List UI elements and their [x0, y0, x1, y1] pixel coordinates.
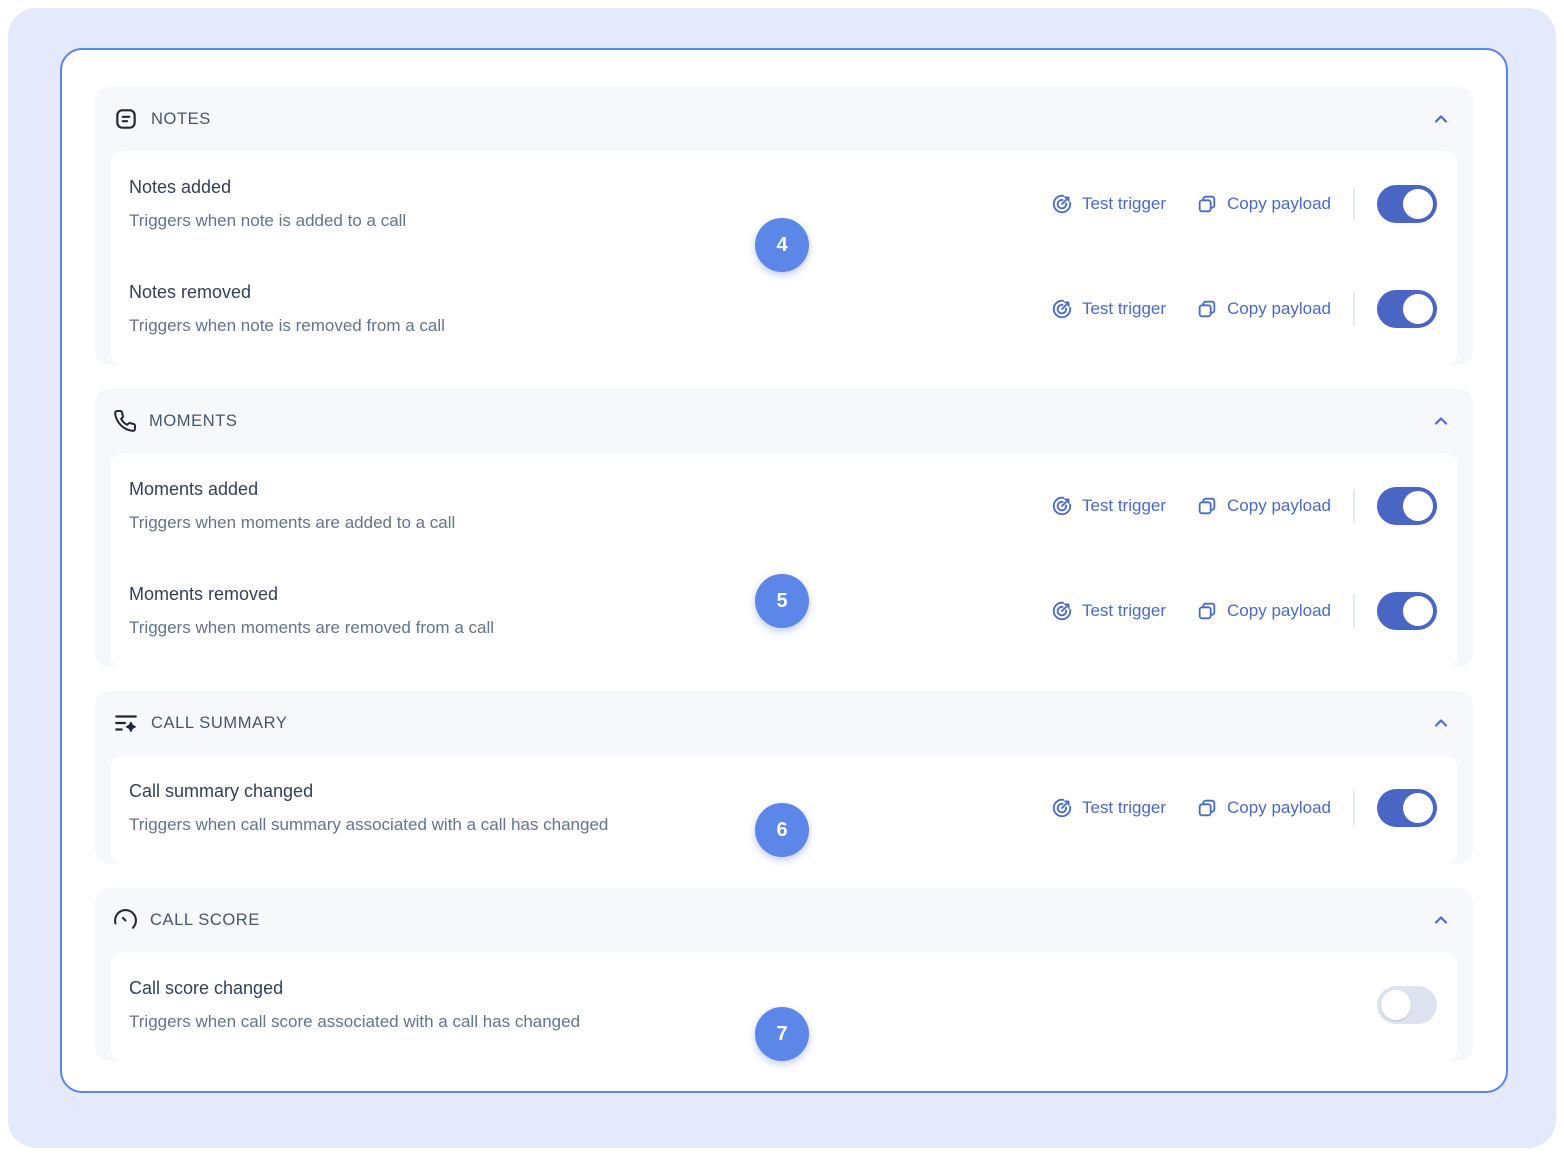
test-trigger-button[interactable]: Test trigger	[1051, 298, 1166, 320]
annotation-badge-7: 7	[755, 1007, 809, 1061]
copy-payload-button[interactable]: Copy payload	[1196, 495, 1331, 517]
toggle-knob	[1403, 189, 1433, 219]
test-trigger-button[interactable]: Test trigger	[1051, 600, 1166, 622]
section-call-score-header: CALL SCORE	[95, 888, 1473, 952]
triggers-settings-card: NOTES Notes added Triggers when note is …	[60, 48, 1508, 1093]
row-controls: Test trigger Copy payload	[1051, 290, 1437, 328]
target-arrow-icon	[1051, 298, 1073, 320]
row-controls: Test trigger Copy payload	[1051, 487, 1437, 525]
section-title: CALL SUMMARY	[151, 714, 288, 733]
row-text: Call score changed Triggers when call sc…	[129, 978, 580, 1032]
section-notes-header: NOTES	[95, 87, 1473, 151]
toggle-moments-added[interactable]	[1377, 487, 1437, 525]
copy-payload-button[interactable]: Copy payload	[1196, 193, 1331, 215]
copy-payload-button[interactable]: Copy payload	[1196, 298, 1331, 320]
annotation-badge-5: 5	[755, 574, 809, 628]
toggle-knob	[1403, 491, 1433, 521]
row-title: Moments removed	[129, 584, 494, 604]
toggle-knob	[1403, 596, 1433, 626]
copy-icon	[1196, 600, 1218, 622]
target-arrow-icon	[1051, 495, 1073, 517]
row-title: Call score changed	[129, 978, 580, 998]
row-description: Triggers when note is removed from a cal…	[129, 315, 445, 336]
section-call-summary-header: CALL SUMMARY	[95, 691, 1473, 755]
test-trigger-button[interactable]: Test trigger	[1051, 193, 1166, 215]
copy-icon	[1196, 298, 1218, 320]
test-trigger-label: Test trigger	[1082, 194, 1166, 214]
row-controls: Test trigger Copy payload	[1051, 185, 1437, 223]
annotation-badge-6: 6	[755, 803, 809, 857]
toggle-knob	[1403, 793, 1433, 823]
row-text: Call summary changed Triggers when call …	[129, 781, 608, 835]
row-description: Triggers when note is added to a call	[129, 210, 406, 231]
row-controls	[1377, 986, 1437, 1024]
toggle-call-summary-changed[interactable]	[1377, 789, 1437, 827]
section-title: MOMENTS	[149, 412, 238, 431]
test-trigger-label: Test trigger	[1082, 496, 1166, 516]
toggle-knob	[1403, 294, 1433, 324]
row-text: Moments added Triggers when moments are …	[129, 479, 455, 533]
test-trigger-button[interactable]: Test trigger	[1051, 797, 1166, 819]
divider	[1353, 791, 1355, 825]
test-trigger-label: Test trigger	[1082, 798, 1166, 818]
note-icon	[113, 106, 139, 132]
row-title: Moments added	[129, 479, 455, 499]
summary-sparkle-icon	[113, 710, 139, 736]
table-row: Notes removed Triggers when note is remo…	[111, 258, 1457, 363]
test-trigger-button[interactable]: Test trigger	[1051, 495, 1166, 517]
copy-icon	[1196, 193, 1218, 215]
toggle-notes-added[interactable]	[1377, 185, 1437, 223]
row-controls: Test trigger Copy payload	[1051, 592, 1437, 630]
copy-payload-label: Copy payload	[1227, 194, 1331, 214]
copy-icon	[1196, 495, 1218, 517]
section-moments-rows: Moments added Triggers when moments are …	[111, 453, 1457, 667]
divider	[1353, 594, 1355, 628]
row-description: Triggers when call summary associated wi…	[129, 814, 608, 835]
copy-payload-label: Copy payload	[1227, 496, 1331, 516]
copy-payload-label: Copy payload	[1227, 798, 1331, 818]
row-description: Triggers when call score associated with…	[129, 1011, 580, 1032]
copy-payload-button[interactable]: Copy payload	[1196, 600, 1331, 622]
chevron-up-icon[interactable]	[1431, 109, 1451, 129]
copy-payload-button[interactable]: Copy payload	[1196, 797, 1331, 819]
gauge-icon	[113, 908, 138, 933]
toggle-knob	[1381, 990, 1411, 1020]
row-description: Triggers when moments are added to a cal…	[129, 512, 455, 533]
row-description: Triggers when moments are removed from a…	[129, 617, 494, 638]
divider	[1353, 292, 1355, 326]
section-title: NOTES	[151, 110, 211, 129]
section-title: CALL SCORE	[150, 911, 260, 930]
copy-payload-label: Copy payload	[1227, 601, 1331, 621]
row-title: Notes removed	[129, 282, 445, 302]
test-trigger-label: Test trigger	[1082, 601, 1166, 621]
annotation-badge-4: 4	[755, 218, 809, 272]
row-text: Notes added Triggers when note is added …	[129, 177, 406, 231]
toggle-moments-removed[interactable]	[1377, 592, 1437, 630]
chevron-up-icon[interactable]	[1431, 411, 1451, 431]
target-arrow-icon	[1051, 600, 1073, 622]
target-arrow-icon	[1051, 797, 1073, 819]
chevron-up-icon[interactable]	[1431, 910, 1451, 930]
divider	[1353, 187, 1355, 221]
toggle-call-score-changed[interactable]	[1377, 986, 1437, 1024]
phone-icon	[113, 409, 137, 433]
copy-payload-label: Copy payload	[1227, 299, 1331, 319]
section-moments-header: MOMENTS	[95, 389, 1473, 453]
row-text: Notes removed Triggers when note is remo…	[129, 282, 445, 336]
copy-icon	[1196, 797, 1218, 819]
test-trigger-label: Test trigger	[1082, 299, 1166, 319]
divider	[1353, 489, 1355, 523]
table-row: Moments added Triggers when moments are …	[111, 455, 1457, 560]
row-text: Moments removed Triggers when moments ar…	[129, 584, 494, 638]
row-controls: Test trigger Copy payload	[1051, 789, 1437, 827]
toggle-notes-removed[interactable]	[1377, 290, 1437, 328]
row-title: Notes added	[129, 177, 406, 197]
chevron-up-icon[interactable]	[1431, 713, 1451, 733]
target-arrow-icon	[1051, 193, 1073, 215]
row-title: Call summary changed	[129, 781, 608, 801]
